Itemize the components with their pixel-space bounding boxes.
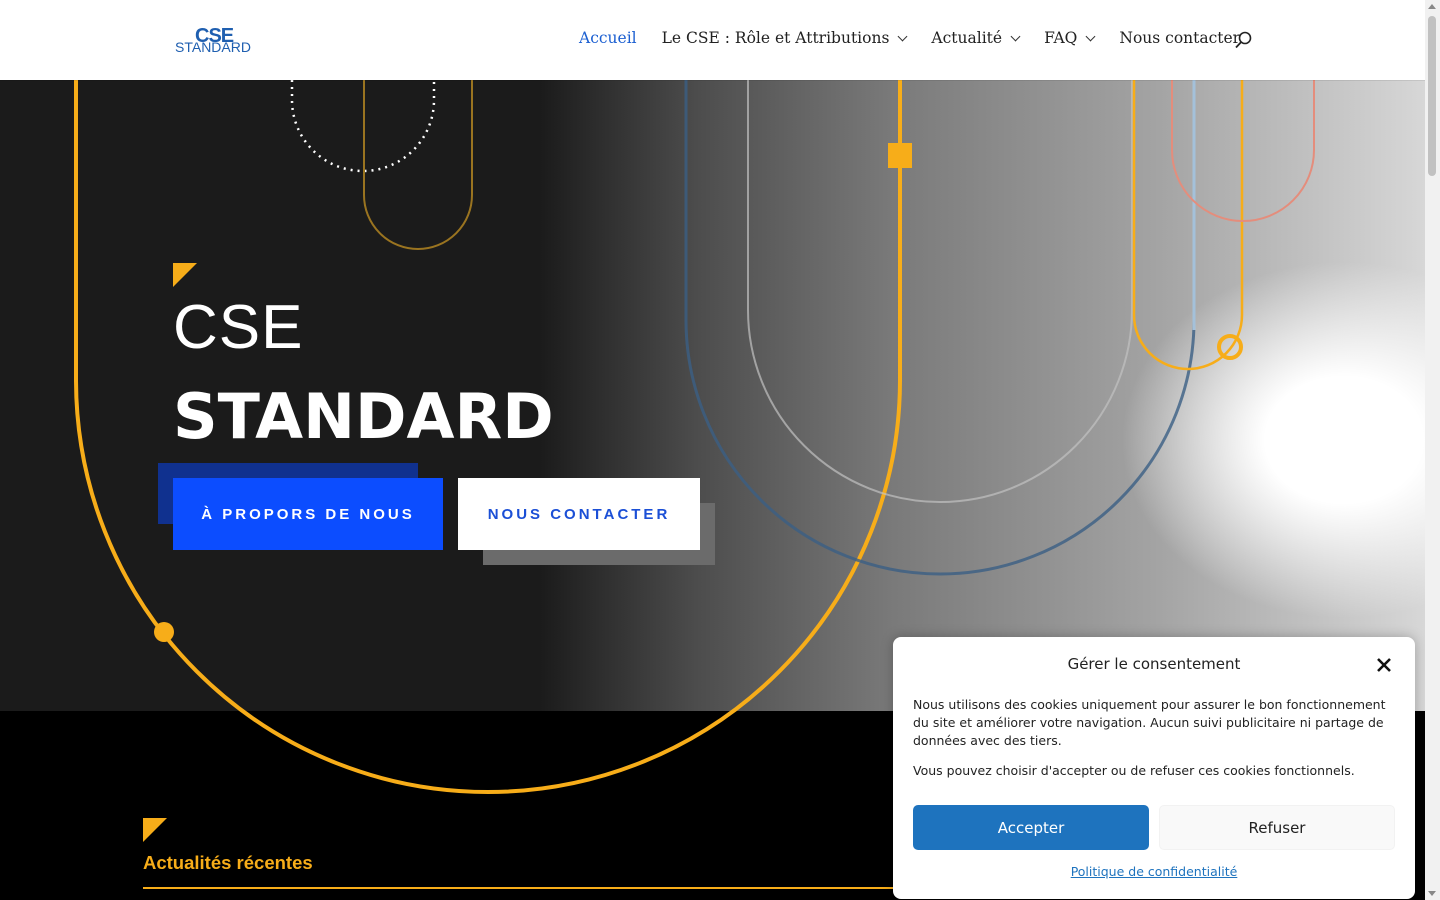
accept-button[interactable]: Accepter: [913, 805, 1149, 850]
page: CSE STANDARD Accueil Le CSE : Rôle et At…: [0, 0, 1425, 900]
hero-glow: [1120, 260, 1425, 620]
page-scrollbar[interactable]: [1425, 0, 1440, 900]
nav-item-label: Accueil: [579, 29, 637, 47]
about-button[interactable]: À PROPORS DE NOUS: [173, 478, 443, 550]
site-logo[interactable]: CSE STANDARD: [175, 26, 255, 58]
section-corner-accent: [143, 818, 167, 842]
divider: [143, 887, 903, 889]
nav-item-label: Le CSE : Rôle et Attributions: [661, 29, 890, 47]
consent-description: Nous utilisons des cookies uniquement po…: [913, 697, 1386, 748]
recent-news-title: Actualités récentes: [143, 852, 313, 873]
chevron-down-icon: [1010, 31, 1021, 41]
hero-corner-accent: [173, 263, 197, 287]
scrollbar-thumb[interactable]: [1428, 16, 1436, 176]
nav-item-contact[interactable]: Nous contacter: [1119, 29, 1240, 47]
logo-text-bottom: STANDARD: [175, 39, 251, 55]
chevron-down-icon: [897, 31, 908, 41]
consent-title: Gérer le consentement: [1067, 655, 1241, 673]
main-nav: Accueil Le CSE : Rôle et Attributions Ac…: [579, 29, 1265, 47]
nav-item-faq[interactable]: FAQ: [1044, 29, 1096, 47]
nav-item-actualite[interactable]: Actualité: [931, 29, 1021, 47]
search-icon[interactable]: [1234, 31, 1252, 49]
privacy-policy-link[interactable]: Politique de confidentialité: [893, 864, 1415, 879]
chevron-down-icon: [1085, 31, 1096, 41]
consent-choice-text: Vous pouvez choisir d'accepter ou de ref…: [913, 763, 1355, 778]
nav-item-role[interactable]: Le CSE : Rôle et Attributions: [661, 29, 908, 47]
hero-title-line1: CSE: [173, 293, 304, 362]
nav-item-label: Nous contacter: [1119, 29, 1241, 47]
contact-button[interactable]: NOUS CONTACTER: [458, 478, 700, 550]
scroll-down-arrow-icon[interactable]: [1428, 891, 1436, 896]
close-icon[interactable]: [1375, 656, 1393, 674]
cookie-consent-dialog: Gérer le consentement Nous utilisons des…: [893, 637, 1415, 899]
nav-item-label: Actualité: [931, 29, 1003, 47]
site-header: CSE STANDARD Accueil Le CSE : Rôle et At…: [0, 0, 1425, 80]
nav-item-label: FAQ: [1044, 29, 1078, 47]
hero-title-line2: STANDARD: [173, 380, 554, 453]
nav-item-accueil[interactable]: Accueil: [579, 29, 637, 47]
scroll-up-arrow-icon[interactable]: [1428, 4, 1436, 9]
refuse-button[interactable]: Refuser: [1159, 805, 1395, 850]
